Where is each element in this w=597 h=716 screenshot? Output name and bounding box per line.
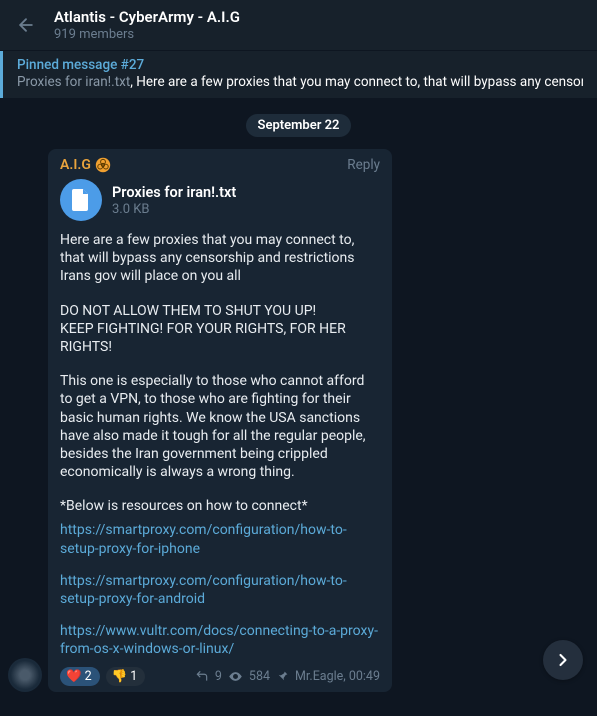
- view-count: 584: [249, 669, 270, 684]
- date-separator: September 22: [0, 114, 597, 137]
- pinned-preview: Proxies for iran!.txt, Here are a few pr…: [17, 74, 583, 90]
- message-paragraph: This one is especially to those who cann…: [60, 372, 380, 481]
- message-bubble: A.I.G Reply Proxies for iran!.txt 3.0 KB…: [48, 149, 392, 692]
- sender-name[interactable]: A.I.G: [60, 157, 111, 173]
- arrow-left-icon: [16, 15, 36, 35]
- scroll-down-button[interactable]: [543, 640, 583, 680]
- chevron-right-icon: [553, 650, 573, 670]
- reply-button[interactable]: Reply: [347, 157, 380, 173]
- message-link[interactable]: https://www.vultr.com/docs/connecting-to…: [60, 622, 380, 658]
- chat-area: September 22 A.I.G Reply Proxies for ira…: [0, 98, 597, 692]
- eye-icon: [228, 669, 243, 684]
- chat-title: Atlantis - CyberArmy - A.I.G: [54, 8, 240, 26]
- file-attachment[interactable]: Proxies for iran!.txt 3.0 KB: [60, 179, 380, 221]
- pinned-title: Pinned message #27: [17, 57, 583, 73]
- reply-count: 9: [215, 669, 222, 684]
- date-pill: September 22: [246, 114, 352, 137]
- message-meta: 9 584 Mr.Eagle, 00:49: [195, 669, 380, 684]
- message-link[interactable]: https://smartproxy.com/configuration/how…: [60, 521, 380, 557]
- chat-members: 919 members: [54, 27, 240, 42]
- message-paragraph: *Below is resources on how to connect*: [60, 497, 380, 515]
- message-body: Here are a few proxies that you may conn…: [60, 231, 380, 659]
- message-paragraph: DO NOT ALLOW THEM TO SHUT YOU UP!KEEP FI…: [60, 302, 380, 357]
- reply-icon: [195, 669, 209, 683]
- sender-avatar[interactable]: [8, 658, 42, 692]
- message-paragraph: Here are a few proxies that you may conn…: [60, 231, 380, 286]
- pinned-message[interactable]: Pinned message #27 Proxies for iran!.txt…: [0, 51, 597, 98]
- file-size: 3.0 KB: [112, 202, 236, 217]
- file-name: Proxies for iran!.txt: [112, 184, 236, 201]
- header-titles[interactable]: Atlantis - CyberArmy - A.I.G 919 members: [54, 8, 240, 42]
- message-row: A.I.G Reply Proxies for iran!.txt 3.0 KB…: [0, 149, 597, 692]
- file-icon: [60, 179, 102, 221]
- reaction-thumbsdown[interactable]: 👎 1: [106, 667, 146, 686]
- message-footer: ❤️ 2 👎 1 9 584 Mr.Eagle, 00:49: [60, 667, 380, 686]
- biohazard-icon: [95, 157, 111, 173]
- message-link[interactable]: https://smartproxy.com/configuration/how…: [60, 572, 380, 608]
- reaction-heart[interactable]: ❤️ 2: [60, 667, 100, 686]
- chat-header: Atlantis - CyberArmy - A.I.G 919 members: [0, 0, 597, 50]
- pin-icon: [276, 670, 289, 683]
- back-button[interactable]: [14, 13, 38, 37]
- meta-author: Mr.Eagle, 00:49: [295, 669, 380, 684]
- message-header: A.I.G Reply: [60, 157, 380, 173]
